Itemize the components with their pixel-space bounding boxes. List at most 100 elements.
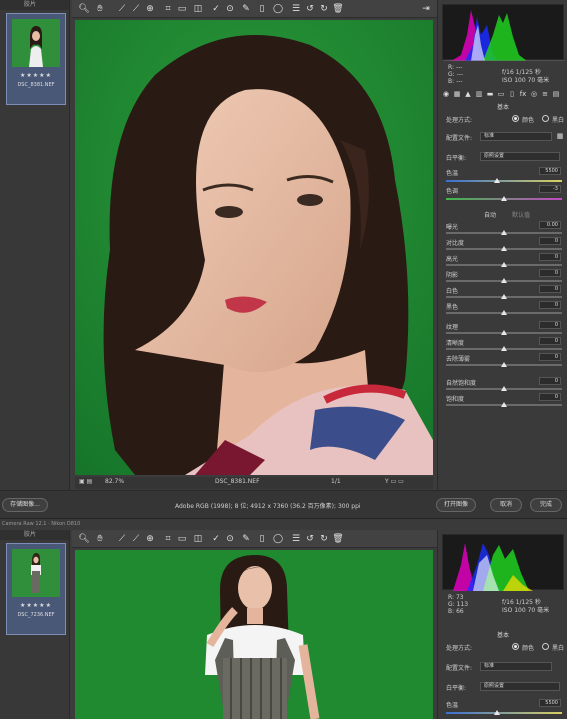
white-balance-dropdown[interactable]: 原照设置 <box>480 682 560 691</box>
image-preview[interactable] <box>75 550 433 719</box>
open-image-button[interactable]: 打开图像 <box>436 498 476 512</box>
tone-curve-tab-icon[interactable]: ▦ <box>453 90 461 98</box>
hand-icon[interactable]: ✋︎ <box>94 533 106 545</box>
red-eye-icon[interactable]: ⊙ <box>224 3 236 15</box>
treatment-color-radio[interactable] <box>512 115 519 122</box>
slider-value-tint[interactable]: -3 <box>539 185 561 193</box>
profile-dropdown[interactable]: 标准 <box>480 132 552 141</box>
slider-knob[interactable] <box>494 178 500 183</box>
slider-knob[interactable] <box>501 402 507 407</box>
slider-knob[interactable] <box>501 386 507 391</box>
white-balance-icon[interactable]: ⟋ <box>116 3 128 15</box>
spot-removal-icon[interactable]: ✓ <box>210 3 222 15</box>
workflow-options-link[interactable]: Adobe RGB (1998); 8 位; 4912 x 7360 (36.2… <box>175 501 361 510</box>
slider-value[interactable]: 0 <box>539 237 561 245</box>
temperature-slider[interactable] <box>446 710 562 715</box>
slider-value[interactable]: 0 <box>539 285 561 293</box>
slider-value[interactable]: 0 <box>539 301 561 309</box>
transform-icon[interactable]: ◫ <box>192 3 204 15</box>
target-adjust-icon[interactable]: ⊕ <box>144 3 156 15</box>
trash-icon[interactable]: 🗑︎ <box>332 533 344 545</box>
lens-tab-icon[interactable]: ▭ <box>497 90 505 98</box>
rotate-right-icon[interactable]: ↻ <box>318 533 330 545</box>
transform-icon[interactable]: ◫ <box>192 533 204 545</box>
adjustment-slider[interactable] <box>446 362 562 367</box>
done-button[interactable]: 完成 <box>530 498 562 512</box>
slider-value[interactable]: 0 <box>539 393 561 401</box>
slider-value[interactable]: 0 <box>539 253 561 261</box>
brush-icon[interactable]: ✎ <box>240 533 252 545</box>
default-link[interactable]: 默认值 <box>512 210 530 219</box>
straighten-icon[interactable]: ▭ <box>176 3 188 15</box>
adjustment-slider[interactable] <box>446 262 562 267</box>
radial-filter-icon[interactable]: ◯ <box>272 533 284 545</box>
view-mode-icon[interactable]: ▣ ▤ <box>79 478 92 485</box>
split-toning-tab-icon[interactable]: ▬ <box>486 90 494 98</box>
preferences-icon[interactable]: ☰ <box>290 3 302 15</box>
slider-knob[interactable] <box>501 346 507 351</box>
straighten-icon[interactable]: ▭ <box>176 533 188 545</box>
detail-tab-icon[interactable]: ▲ <box>464 90 472 98</box>
adjustment-slider[interactable] <box>446 294 562 299</box>
treatment-bw-radio[interactable] <box>542 643 549 650</box>
preferences-icon[interactable]: ☰ <box>290 533 302 545</box>
zoom-icon[interactable]: 🔍︎ <box>78 533 90 545</box>
basic-tab-icon[interactable]: ◉ <box>442 90 450 98</box>
presets-tab-icon[interactable]: ≡ <box>541 90 549 98</box>
slider-knob[interactable] <box>501 246 507 251</box>
compare-view-icon[interactable]: Y ▭ ▭ <box>385 478 404 485</box>
spot-removal-icon[interactable]: ✓ <box>210 533 222 545</box>
white-balance-dropdown[interactable]: 原照设置 <box>480 152 560 161</box>
profile-browser-icon[interactable]: ▦ <box>556 132 564 140</box>
effects-tab-icon[interactable]: fx <box>519 90 527 98</box>
color-sampler-icon[interactable]: ⟋ <box>130 3 142 15</box>
rating-stars[interactable]: ★★★★★ <box>7 602 65 609</box>
crop-icon[interactable]: ⌗ <box>162 3 174 15</box>
adjustment-slider[interactable] <box>446 330 562 335</box>
radial-filter-icon[interactable]: ◯ <box>272 3 284 15</box>
snapshots-tab-icon[interactable]: ▤ <box>552 90 560 98</box>
adjustment-slider[interactable] <box>446 402 562 407</box>
slider-value-temp[interactable]: 5500 <box>539 167 561 175</box>
zoom-level[interactable]: 82.7% <box>105 478 124 485</box>
profile-dropdown[interactable]: 标准 <box>480 662 552 671</box>
slider-knob[interactable] <box>501 310 507 315</box>
adjustment-slider[interactable] <box>446 246 562 251</box>
slider-knob[interactable] <box>501 230 507 235</box>
adjustment-slider[interactable] <box>446 346 562 351</box>
tint-slider[interactable] <box>446 196 562 201</box>
slider-value[interactable]: 0 <box>539 337 561 345</box>
adjustment-slider[interactable] <box>446 310 562 315</box>
save-image-button[interactable]: 存储图像... <box>2 498 48 512</box>
slider-knob[interactable] <box>494 710 500 715</box>
transform-tab-icon[interactable]: ▯ <box>508 90 516 98</box>
cancel-button[interactable]: 取消 <box>490 498 522 512</box>
brush-icon[interactable]: ✎ <box>240 3 252 15</box>
hsl-tab-icon[interactable]: ▥ <box>475 90 483 98</box>
treatment-bw-radio[interactable] <box>542 115 549 122</box>
zoom-icon[interactable]: 🔍︎ <box>78 3 90 15</box>
treatment-color-radio[interactable] <box>512 643 519 650</box>
rating-stars[interactable]: ★★★★★ <box>7 72 65 79</box>
color-sampler-icon[interactable]: ⟋ <box>130 533 142 545</box>
slider-value[interactable]: 0 <box>539 377 561 385</box>
rotate-left-icon[interactable]: ↺ <box>304 533 316 545</box>
temperature-slider[interactable] <box>446 178 562 183</box>
slider-knob[interactable] <box>501 330 507 335</box>
slider-value[interactable]: 0.00 <box>539 221 561 229</box>
white-balance-icon[interactable]: ⟋ <box>116 533 128 545</box>
rotate-left-icon[interactable]: ↺ <box>304 3 316 15</box>
slider-value-temp[interactable]: 5500 <box>539 699 561 707</box>
slider-knob[interactable] <box>501 196 507 201</box>
filmstrip-thumbnail[interactable]: ★★★★★ DSC_8381.NEF <box>6 13 66 105</box>
slider-value[interactable]: 0 <box>539 321 561 329</box>
trash-icon[interactable]: 🗑︎ <box>332 3 344 15</box>
hand-icon[interactable]: ✋︎ <box>94 3 106 15</box>
red-eye-icon[interactable]: ⊙ <box>224 533 236 545</box>
slider-knob[interactable] <box>501 362 507 367</box>
graduated-filter-icon[interactable]: ▯ <box>256 533 268 545</box>
auto-link[interactable]: 自动 <box>484 210 496 219</box>
target-adjust-icon[interactable]: ⊕ <box>144 533 156 545</box>
slider-knob[interactable] <box>501 262 507 267</box>
filmstrip-thumbnail[interactable]: ★★★★★ DSC_7236.NEF <box>6 543 66 635</box>
